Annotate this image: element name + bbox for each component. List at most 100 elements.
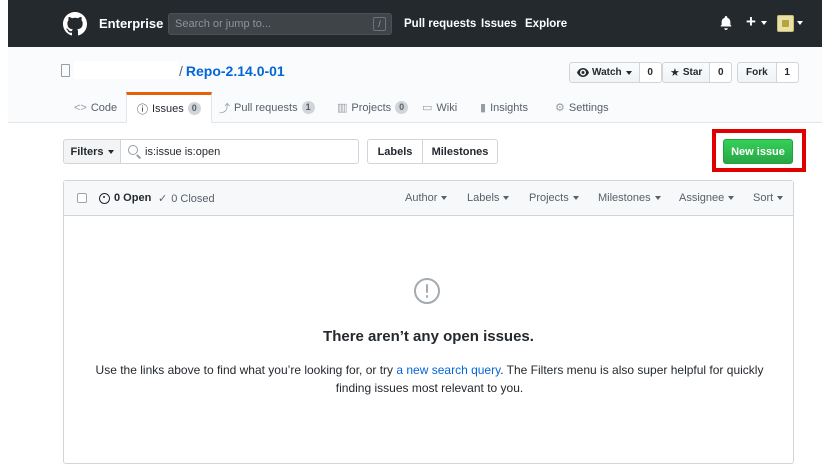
tab-settings[interactable]: ⚙ Settings — [555, 92, 609, 123]
check-icon: ✓ — [158, 193, 168, 205]
issue-opened-icon — [99, 192, 110, 204]
labels-button[interactable]: Labels — [367, 139, 423, 164]
nav-explore[interactable]: Explore — [525, 18, 567, 30]
milestones-filter[interactable]: Milestones — [598, 192, 661, 204]
tab-pull-requests-count: 1 — [301, 101, 315, 114]
closed-issues-label: 0 Closed — [171, 192, 215, 205]
blankslate-text-1: Use the links above to find what you’re … — [95, 363, 397, 377]
search-placeholder: Search or jump to... — [175, 18, 271, 30]
open-issues-label: 0 Open — [114, 192, 152, 204]
star-button[interactable]: ★ Star — [662, 62, 711, 83]
tab-code[interactable]: <> Code — [74, 92, 117, 123]
issue-search-value: is:issue is:open — [145, 146, 221, 158]
tab-projects-label: Projects — [351, 101, 392, 114]
gear-icon: ⚙ — [555, 102, 565, 114]
new-search-query-link[interactable]: a new search query — [396, 363, 500, 377]
tab-code-label: Code — [90, 101, 118, 114]
tab-wiki[interactable]: ▭ Wiki — [422, 92, 457, 123]
watch-group: Watch 0 — [569, 62, 662, 83]
fork-button[interactable]: Fork — [737, 62, 777, 83]
labels-milestones-group: Labels Milestones — [367, 139, 498, 164]
repo-icon — [61, 64, 70, 77]
repo-title-separator: / — [179, 63, 183, 79]
user-avatar[interactable] — [777, 15, 794, 32]
issues-listing: 0 Open ✓ 0 Closed Author Labels Projects… — [63, 180, 794, 464]
global-search-input[interactable]: Search or jump to... / — [168, 13, 392, 35]
star-count[interactable]: 0 — [710, 62, 733, 83]
author-filter-label: Author — [405, 192, 438, 204]
projects-filter[interactable]: Projects — [529, 192, 579, 204]
star-icon: ★ — [670, 67, 680, 79]
filters-group: Filters is:issue is:open — [63, 139, 359, 164]
open-issues-link[interactable]: 0 Open — [99, 192, 151, 204]
graph-icon: ▮ — [480, 102, 487, 114]
fork-label: Fork — [746, 67, 768, 78]
search-shortcut-key: / — [373, 17, 386, 31]
project-icon: ▥ — [337, 102, 348, 114]
create-new-plus-icon[interactable]: + — [746, 12, 756, 32]
tab-issues-count: 0 — [187, 102, 201, 115]
milestones-filter-label: Milestones — [598, 192, 651, 204]
issue-opened-icon: ⓘ — [137, 103, 148, 116]
repo-title: / Repo-2.14.0-01 — [179, 63, 285, 79]
issues-list-header: 0 Open ✓ 0 Closed Author Labels Projects… — [64, 181, 793, 216]
tab-wiki-label: Wiki — [436, 101, 458, 114]
global-header: Enterprise Search or jump to... / Pull r… — [8, 0, 822, 47]
tab-settings-label: Settings — [568, 101, 609, 114]
assignee-filter-label: Assignee — [679, 192, 725, 204]
sort-filter[interactable]: Sort — [753, 192, 784, 204]
code-icon: <> — [74, 101, 87, 114]
author-caret-icon — [441, 196, 448, 200]
filters-button[interactable]: Filters — [63, 139, 121, 164]
book-icon: ▭ — [422, 102, 433, 114]
sort-caret-icon — [777, 196, 784, 200]
nav-issues[interactable]: Issues — [481, 18, 517, 30]
owner-redacted — [74, 61, 179, 79]
fork-group: Fork 1 — [737, 62, 799, 83]
labels-filter-label: Labels — [467, 192, 500, 204]
blankslate-title: There aren’t any open issues. — [323, 328, 534, 345]
repo-header: / Repo-2.14.0-01 Watch 0 ★ Star 0 Fork 1 … — [8, 47, 822, 123]
create-menu-caret-icon[interactable] — [761, 21, 767, 25]
assignee-filter[interactable]: Assignee — [679, 192, 735, 204]
filters-caret-icon — [107, 149, 114, 154]
github-logo-icon[interactable] — [63, 12, 87, 36]
star-group: ★ Star 0 — [662, 62, 733, 83]
tab-pull-requests[interactable]: ⤴ Pull requests 1 — [219, 92, 315, 123]
watch-button[interactable]: Watch — [569, 62, 640, 83]
repo-name-link[interactable]: Repo-2.14.0-01 — [186, 63, 285, 79]
projects-filter-label: Projects — [529, 192, 569, 204]
brand-label: Enterprise — [99, 16, 164, 31]
milestones-caret-icon — [654, 196, 661, 200]
star-label: Star — [682, 67, 703, 78]
milestones-button[interactable]: Milestones — [423, 139, 498, 164]
watch-count[interactable]: 0 — [639, 62, 662, 83]
filters-label: Filters — [70, 145, 104, 158]
assignee-caret-icon — [728, 196, 735, 200]
projects-caret-icon — [572, 196, 579, 200]
nav-pull-requests[interactable]: Pull requests — [404, 18, 476, 30]
tab-insights-label: Insights — [490, 101, 528, 114]
sort-filter-label: Sort — [753, 192, 774, 204]
repo-nav-tabs: <> Code ⓘ Issues 0 ⤴ Pull requests 1 ▥ P… — [8, 92, 822, 123]
tab-projects[interactable]: ▥ Projects 0 — [337, 92, 409, 123]
fork-count[interactable]: 1 — [776, 62, 799, 83]
author-filter[interactable]: Author — [405, 192, 448, 204]
git-pull-request-icon: ⤴ — [219, 102, 230, 115]
notifications-bell-icon[interactable] — [719, 16, 733, 30]
tab-insights[interactable]: ▮ Insights — [480, 92, 528, 123]
watch-label: Watch — [592, 67, 622, 78]
watch-caret-icon — [625, 70, 632, 75]
labels-filter[interactable]: Labels — [467, 192, 510, 204]
tab-projects-count: 0 — [395, 101, 409, 114]
closed-issues-link[interactable]: ✓ 0 Closed — [158, 192, 215, 206]
new-issue-button[interactable]: New issue — [723, 139, 793, 164]
alert-icon — [414, 278, 440, 304]
issue-search-input[interactable]: is:issue is:open — [121, 139, 359, 164]
labels-caret-icon — [503, 196, 510, 200]
select-all-checkbox[interactable] — [77, 193, 87, 203]
tab-issues[interactable]: ⓘ Issues 0 — [126, 92, 212, 123]
blankslate-description: Use the links above to find what you’re … — [84, 361, 775, 397]
tab-issues-label: Issues — [152, 102, 184, 115]
user-menu-caret-icon[interactable] — [797, 21, 803, 25]
